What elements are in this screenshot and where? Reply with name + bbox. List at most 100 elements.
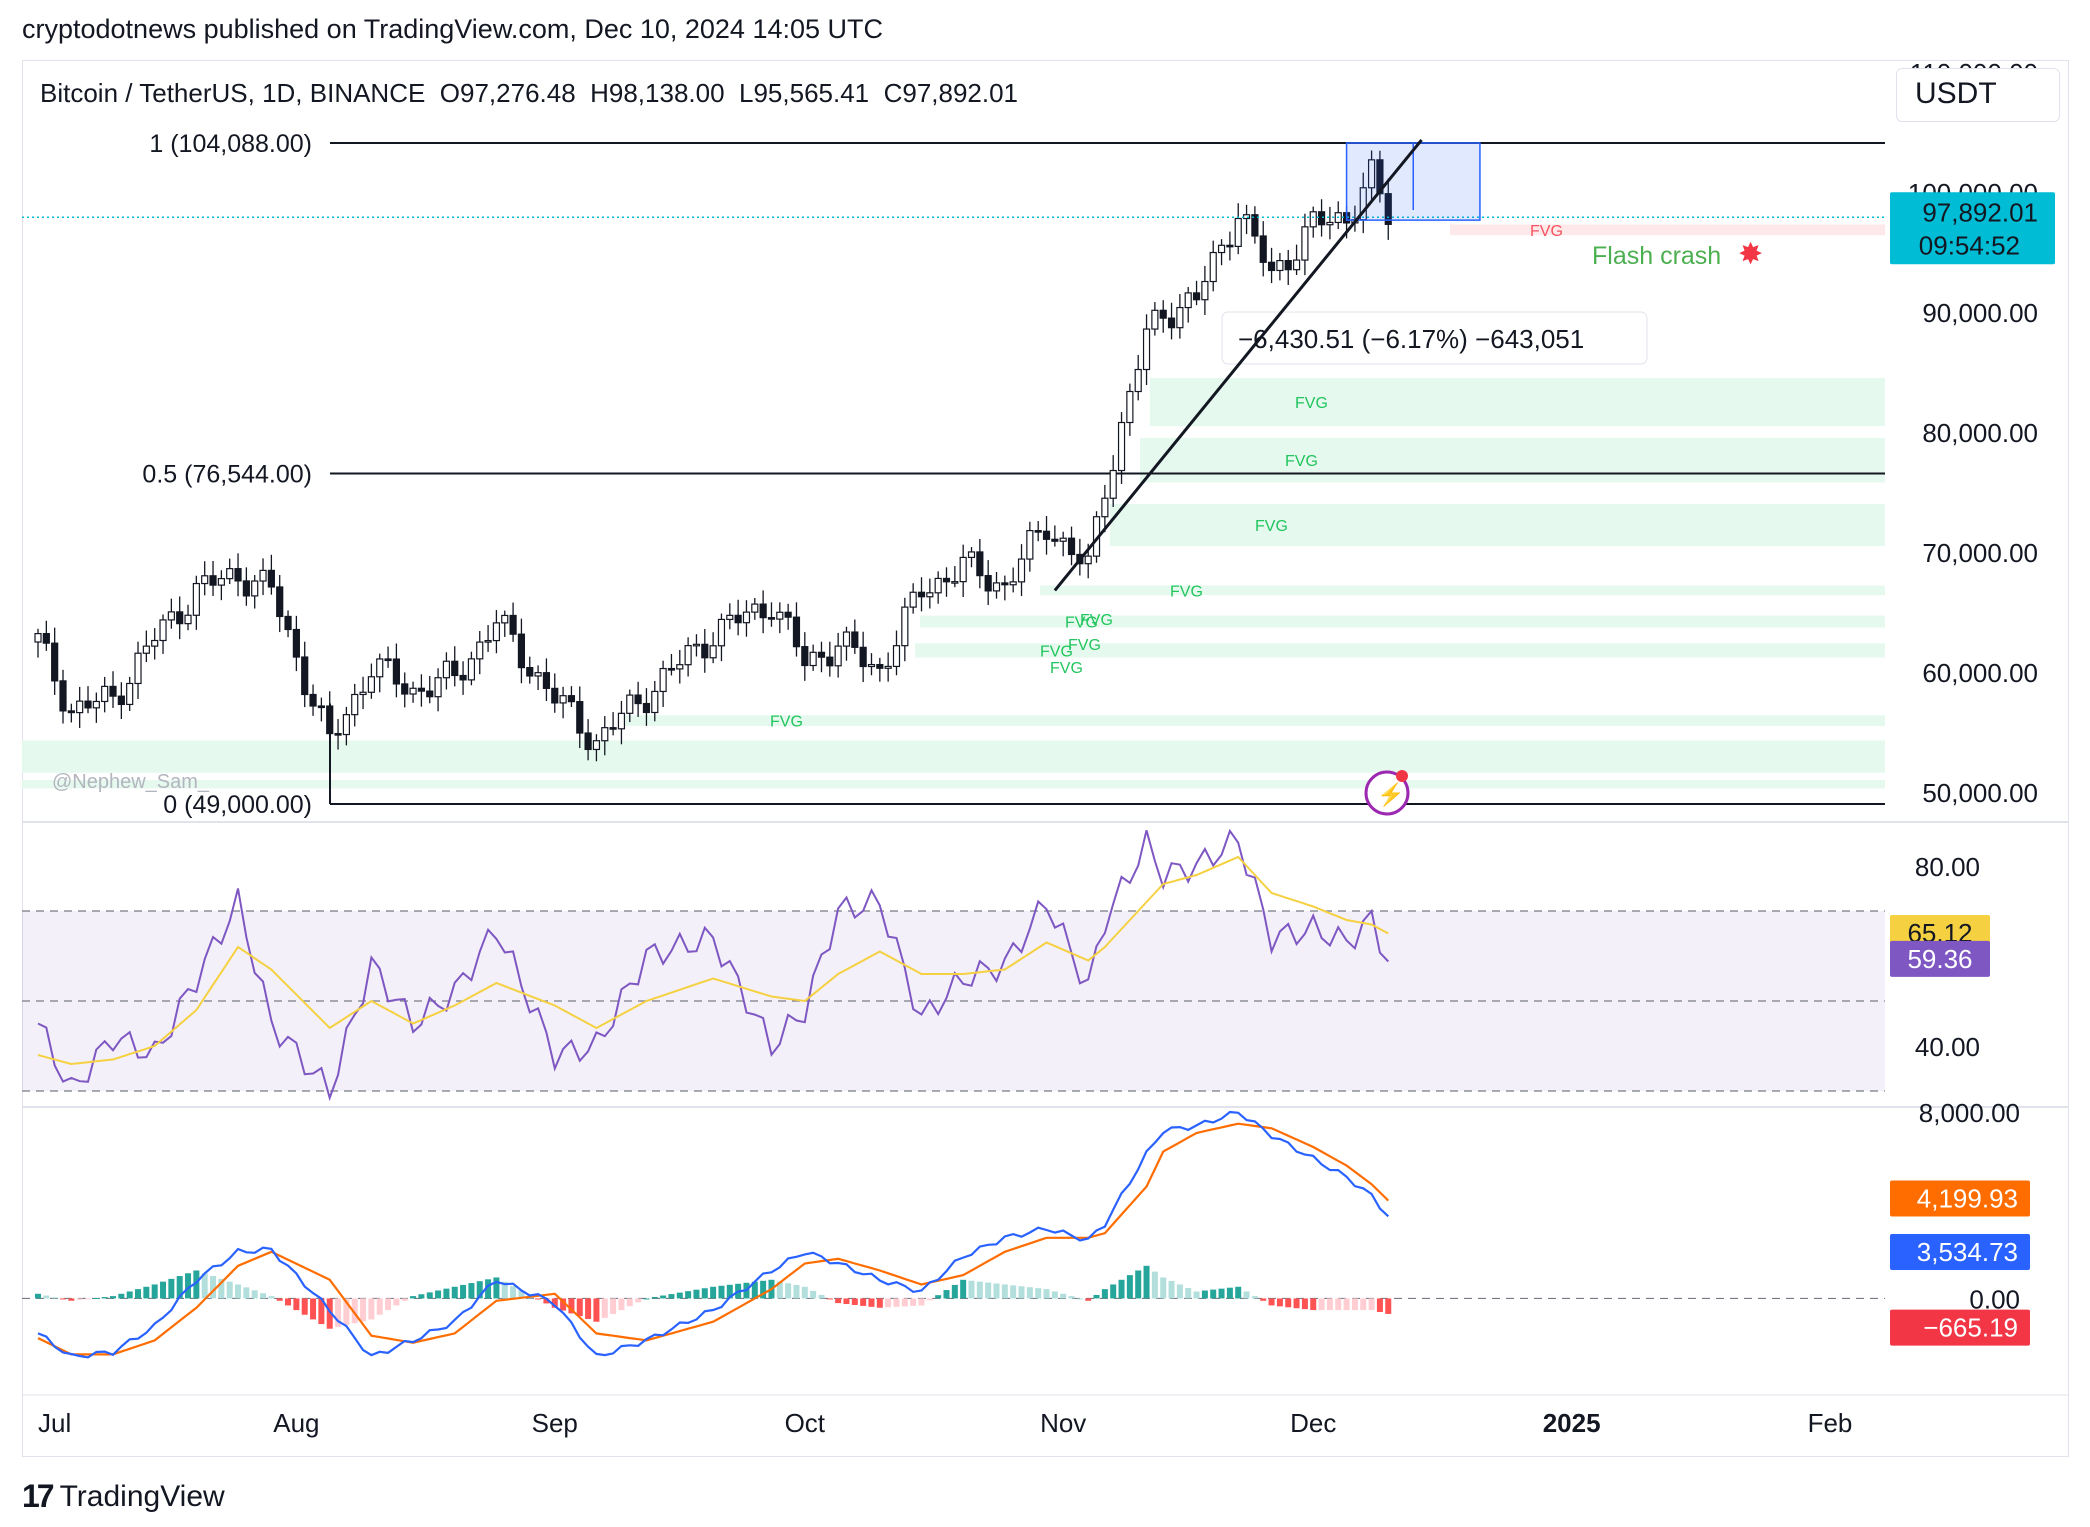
candle-up [134,652,142,685]
candle-up [726,614,734,621]
macd-histogram-bar [1068,1296,1075,1299]
rsi-tick-label: 80.00 [1915,852,1980,882]
footer-brand[interactable]: 17 TradingView [22,1478,225,1515]
macd-histogram-bar [1243,1291,1250,1299]
candle-down [67,710,75,714]
macd-histogram-bar [1310,1298,1317,1311]
candle-down [1034,530,1042,533]
macd-histogram-bar [1385,1298,1392,1314]
macd-histogram-bar [1051,1291,1058,1299]
candle-up [501,614,509,624]
macd-histogram-bar [668,1294,675,1299]
fvg-zone [1150,378,1885,426]
macd-histogram-bar [976,1281,983,1299]
candle-down [609,727,617,730]
candle-up [1117,421,1126,472]
candle-down [276,586,284,618]
candle-down [1317,211,1326,226]
candle-down [392,658,400,685]
macd-histogram-bar [1085,1298,1092,1301]
candle-up [101,685,109,703]
candle-up [1234,217,1242,248]
tradingview-logo-icon: 17 [22,1478,55,1514]
candle-up [651,690,659,714]
fvg-zone [22,740,1885,773]
candle-up [1134,368,1142,393]
candle-down [667,667,676,671]
macd-histogram-bar [710,1286,717,1299]
macd-histogram-bar [1043,1289,1050,1299]
macd-histogram-bar [960,1279,967,1299]
countdown-label: 09:54:52 [1919,230,2020,260]
candle-up [842,631,851,647]
macd-histogram-bar [510,1286,517,1299]
x-tick-label: Aug [273,1408,319,1438]
chart-canvas[interactable]: FVGFVGFVGFVGFVGFVGFVGFVGFVGFVGFVG 1 (104… [0,0,2090,1527]
candle-up [1026,530,1034,560]
macd-histogram-bar [35,1293,41,1299]
candle-down [284,615,292,631]
candle-up [1184,292,1192,309]
fvg-zone [1110,504,1885,546]
x-tick-label: Sep [532,1408,578,1438]
macd-histogram-bar [293,1298,300,1311]
candle-down [242,580,250,597]
macd-histogram-bar [1060,1293,1067,1299]
candle-down [1226,244,1234,248]
x-tick-label: 2025 [1543,1408,1601,1438]
macd-histogram-bar [401,1298,408,1301]
macd-histogram-bar [1035,1288,1042,1299]
macd-histogram-bar [110,1296,117,1299]
macd-panel [22,1110,1885,1359]
candle-up [184,614,192,625]
candle-up [442,660,451,679]
price-tick-label: 50,000.00 [1922,778,2038,808]
candle-down [1267,261,1276,272]
macd-histogram-bar [610,1298,617,1314]
fvg-zone [22,780,1885,789]
candle-down [176,611,184,625]
fvg-label: FVG [1295,395,1328,412]
candle-up [909,591,917,608]
fvg-label: FVG [1170,583,1203,600]
candle-down [1284,259,1292,271]
candle-up [351,693,359,716]
macd-histogram-bar [635,1298,642,1303]
macd-histogram-bar [143,1286,150,1299]
macd-histogram-bar [943,1290,950,1299]
macd-histogram-bar [376,1298,383,1315]
macd-histogram-bar [160,1281,167,1299]
candle-up [1126,390,1134,424]
candle-up [742,611,751,624]
macd-histogram-bar [685,1291,692,1299]
candle-up [251,580,259,597]
macd-histogram-bar [210,1276,217,1299]
candle-up [217,578,225,586]
macd-histogram-bar [1260,1298,1267,1301]
candle-down [267,569,275,588]
candle-down [801,646,809,667]
currency-button[interactable]: USDT [1896,68,2060,122]
candle-up [34,632,42,643]
candle-up [492,622,501,642]
candle-up [359,691,367,696]
candle-up [1084,555,1092,565]
macd-histogram-bar [285,1298,292,1306]
x-tick-label: Dec [1290,1408,1336,1438]
macd-histogram-bar [901,1298,908,1307]
macd-histogram-bar [918,1298,925,1306]
price-tick-label: 60,000.00 [1922,658,2038,688]
candle-up [201,575,209,585]
candle-up [476,641,484,660]
candle-up [892,645,901,668]
candle-up [601,727,609,742]
candle-down [42,632,50,644]
measure-label: −6,430.51 (−6.17%) −643,051 [1238,324,1584,354]
candle-up [1276,259,1284,272]
fvg-label: FVG [1285,453,1318,470]
macd-histogram-bar [585,1298,592,1319]
candle-down [542,672,551,689]
macd-histogram-bar [368,1298,375,1320]
price-tick-label: 70,000.00 [1922,538,2038,568]
macd-histogram-bar [393,1298,400,1306]
